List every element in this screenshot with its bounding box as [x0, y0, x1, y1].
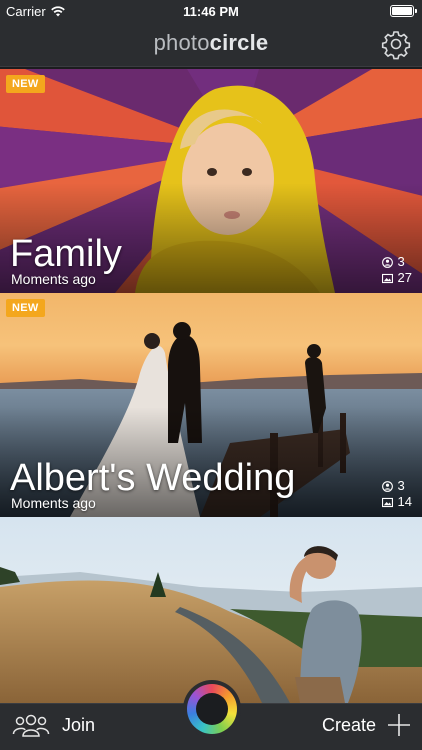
battery-icon: [390, 5, 417, 17]
nav-bar: photocircle: [0, 22, 422, 67]
photos-count: 27: [397, 270, 412, 285]
album-timestamp: Moments ago: [11, 271, 96, 287]
ring-center: [196, 693, 228, 725]
new-badge: NEW: [6, 299, 45, 317]
photos-stat: 27: [381, 270, 412, 286]
clock: 11:46 PM: [183, 4, 239, 19]
person-icon: [381, 480, 393, 492]
status-bar: Carrier 11:46 PM: [0, 0, 422, 22]
album-card-wedding[interactable]: NEW Albert's Wedding Moments ago 3 14: [0, 293, 422, 517]
members-count: 3: [397, 254, 405, 269]
photo-icon: [381, 273, 393, 283]
album-card-landscape[interactable]: [0, 517, 422, 703]
app-logo: photocircle: [0, 30, 422, 56]
photo-icon: [381, 497, 393, 507]
photos-count: 14: [397, 494, 412, 509]
plus-icon: [388, 714, 410, 736]
album-title: Family: [10, 233, 122, 275]
album-cover-landscape: [0, 517, 422, 703]
members-stat: 3: [381, 478, 412, 494]
person-icon: [381, 256, 393, 268]
logo-light: photo: [153, 30, 210, 55]
gear-icon: [381, 31, 411, 60]
members-count: 3: [397, 478, 405, 493]
color-ring-icon: [187, 684, 237, 734]
new-badge: NEW: [6, 75, 45, 93]
members-stat: 3: [381, 254, 412, 270]
album-timestamp: Moments ago: [11, 495, 96, 511]
album-card-family[interactable]: NEW Family Moments ago 3 27: [0, 69, 422, 293]
photos-stat: 14: [381, 494, 412, 510]
join-button[interactable]: Join: [12, 712, 95, 738]
album-title: Albert's Wedding: [10, 457, 296, 499]
settings-button[interactable]: [380, 28, 412, 60]
create-label: Create: [321, 714, 376, 735]
create-button[interactable]: Create: [322, 712, 412, 738]
album-stats: 3 14: [381, 478, 412, 510]
album-stats: 3 27: [381, 254, 412, 286]
logo-bold: circle: [209, 30, 269, 55]
camera-button[interactable]: [183, 680, 241, 738]
join-label: Join: [62, 714, 96, 735]
group-icon: [12, 714, 50, 737]
